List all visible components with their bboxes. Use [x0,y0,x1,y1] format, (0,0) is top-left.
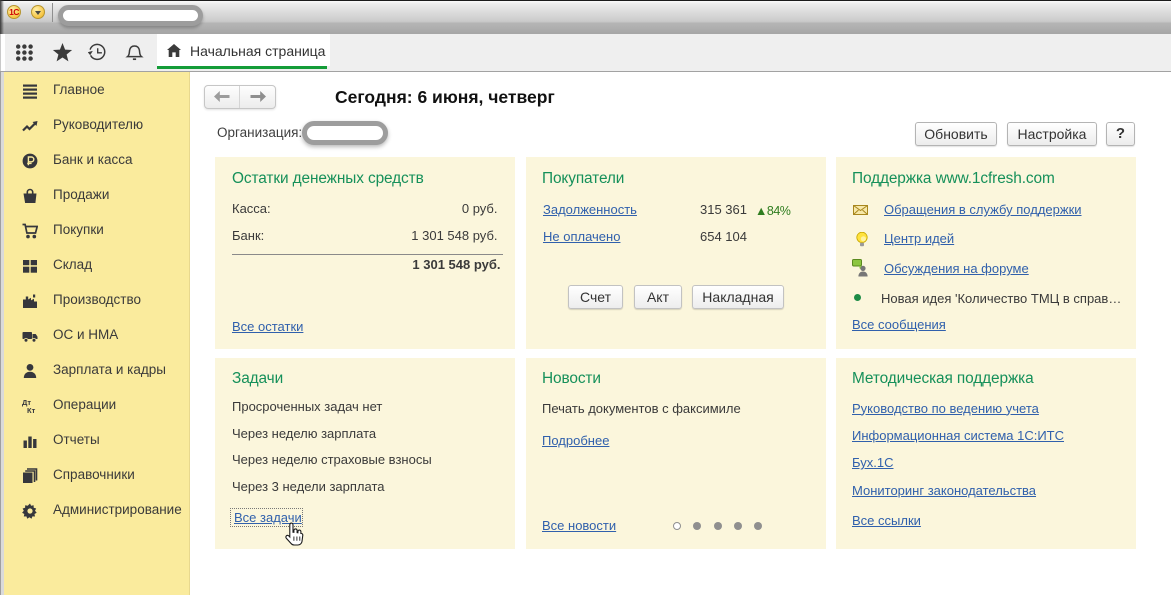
svg-text:Кт: Кт [27,406,36,414]
